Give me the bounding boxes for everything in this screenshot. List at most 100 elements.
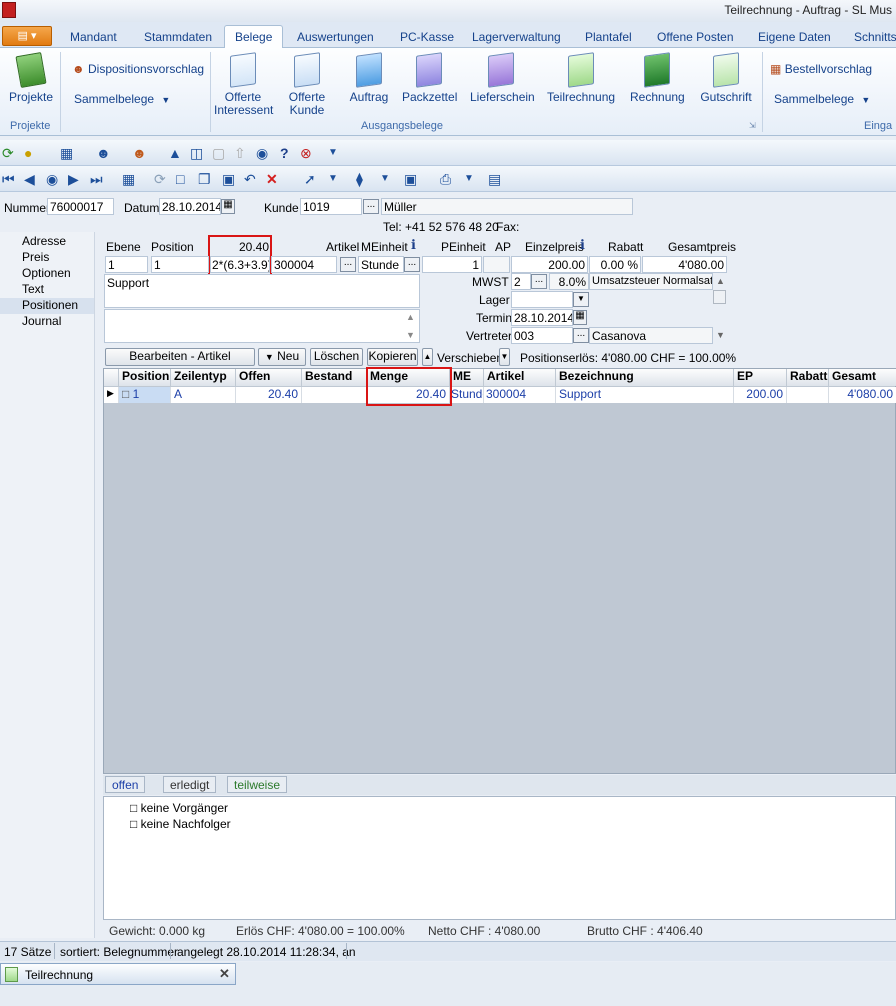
sammelbelege-dropdown[interactable]: Sammelbelege ▼	[74, 92, 170, 106]
table-icon[interactable]: ▦	[122, 171, 135, 187]
close-icon[interactable]: ✕	[219, 966, 230, 982]
move-up-icon[interactable]: ▲	[422, 348, 433, 366]
gesamtpreis-field[interactable]: 4'080.00	[642, 256, 727, 273]
undo-icon[interactable]: ↶	[244, 171, 256, 187]
user-icon[interactable]: ☻	[96, 145, 111, 161]
position-field[interactable]: 1	[151, 256, 209, 273]
new-document-icon[interactable]: □	[176, 171, 184, 187]
offerte-interessent-button[interactable]: Offerte Interessent	[214, 52, 273, 117]
column-header-artikel[interactable]: Artikel	[484, 369, 556, 386]
loeschen-button[interactable]: Löschen	[310, 348, 363, 366]
table-row[interactable]: □ 1	[119, 387, 171, 403]
tab-pc-kasse[interactable]: PC-Kasse	[400, 30, 454, 44]
text-field-2[interactable]	[104, 309, 420, 343]
cell-rabatt[interactable]	[787, 387, 829, 403]
column-header-me[interactable]: ME	[450, 369, 484, 386]
bestellvorschlag-button[interactable]: ▦ Bestellvorschlag	[770, 62, 872, 76]
nav-journal[interactable]: Journal	[0, 314, 94, 330]
tab-auswertungen[interactable]: Auswertungen	[297, 30, 374, 44]
stop-icon[interactable]: ◉	[46, 171, 58, 187]
termin-field[interactable]: 28.10.2014	[511, 309, 573, 326]
column-header-bestand[interactable]: Bestand	[302, 369, 367, 386]
lock-icon[interactable]: ●	[24, 145, 32, 161]
column-header-gesamt[interactable]: Gesamt	[829, 369, 896, 386]
projekte-button[interactable]: Projekte	[8, 51, 54, 104]
column-header-zeilentyp[interactable]: Zeilentyp	[171, 369, 236, 386]
teilrechnung-button[interactable]: Teilrechnung	[547, 52, 615, 104]
neu-button[interactable]: ▼ Neu	[258, 348, 306, 366]
filter-icon[interactable]: ⧫	[356, 171, 363, 187]
calendar-icon[interactable]: ▦	[221, 199, 235, 214]
tab-stammdaten[interactable]: Stammdaten	[144, 30, 212, 44]
chevron-down-icon[interactable]: ▼	[328, 171, 338, 187]
column-header-offen[interactable]: Offen	[236, 369, 302, 386]
dispositionsvorschlag-button[interactable]: ☻ Dispositionsvorschlag	[72, 62, 204, 76]
document-tab-teilrechnung[interactable]: Teilrechnung ✕	[0, 963, 236, 985]
info-icon[interactable]: ℹ	[580, 237, 585, 253]
cell-zeilentyp[interactable]: A	[171, 387, 236, 403]
nav-adresse[interactable]: Adresse	[0, 234, 94, 250]
scroll-down-icon[interactable]: ▼	[716, 330, 725, 340]
kunde-lookup-button[interactable]: ...	[363, 199, 379, 214]
tab-plantafel[interactable]: Plantafel	[585, 30, 632, 44]
previous-record-icon[interactable]: ◀	[24, 171, 35, 187]
rabatt-field[interactable]: 0.00 %	[589, 256, 641, 273]
packzettel-button[interactable]: Packzettel	[402, 52, 457, 104]
nav-preis[interactable]: Preis	[0, 250, 94, 266]
last-record-icon[interactable]: ⏭	[90, 171, 103, 187]
tab-teilweise[interactable]: teilweise	[227, 776, 288, 793]
row-selector-icon[interactable]: ▶	[104, 387, 119, 403]
einzelpreis-field[interactable]: 200.00	[511, 256, 588, 273]
lager-select[interactable]	[511, 291, 573, 308]
copy-icon[interactable]: ◫	[190, 145, 203, 161]
cell-artikel[interactable]: 300004	[484, 387, 556, 403]
artikel-field[interactable]: 300004	[271, 256, 337, 273]
select-icon[interactable]: ▣	[404, 171, 417, 187]
export-icon[interactable]: ⇧	[234, 145, 246, 161]
cell-bezeichnung[interactable]: Support	[556, 387, 734, 403]
artikel-lookup-button[interactable]: ...	[340, 257, 356, 272]
scroll-down-icon[interactable]: ▼	[406, 330, 415, 340]
tab-offen[interactable]: offen	[105, 776, 146, 793]
tab-lagerverwaltung[interactable]: Lagerverwaltung	[472, 30, 561, 44]
tab-offene-posten[interactable]: Offene Posten	[657, 30, 734, 44]
chevron-down-icon[interactable]: ▼	[328, 145, 338, 161]
print-icon[interactable]: ⎙	[440, 171, 451, 187]
cell-ep[interactable]: 200.00	[734, 387, 787, 403]
close-circle-icon[interactable]: ⊗	[300, 145, 312, 161]
nav-positionen[interactable]: Positionen	[0, 298, 94, 314]
save-icon[interactable]: ▣	[222, 171, 235, 187]
cell-gesamt[interactable]: 4'080.00	[829, 387, 896, 403]
move-down-icon[interactable]: ▼	[499, 348, 510, 366]
tab-erledigt[interactable]: erledigt	[163, 776, 217, 793]
calendar-icon[interactable]: ▦	[573, 310, 587, 325]
info-icon[interactable]: ℹ	[411, 237, 416, 253]
pointer-icon[interactable]: ➚	[304, 171, 316, 187]
chevron-down-icon[interactable]: ▼	[464, 171, 474, 187]
nummer-field[interactable]: 76000017	[47, 198, 114, 215]
chevron-down-icon[interactable]: ▼	[380, 171, 390, 187]
meinheit-lookup-button[interactable]: ...	[404, 257, 420, 272]
scroll-up-icon[interactable]: ▲	[716, 276, 725, 286]
offerte-kunde-button[interactable]: Offerte Kunde	[283, 52, 331, 117]
cell-offen[interactable]: 20.40	[236, 387, 302, 403]
ebene-spinner[interactable]: 1	[105, 256, 148, 273]
meinheit-field[interactable]: Stunde	[358, 256, 404, 273]
tab-mandant[interactable]: Mandant	[70, 30, 117, 44]
users-icon[interactable]: ☻	[132, 145, 147, 161]
menge-formula-field[interactable]: 2*(6.3+3.9)	[210, 256, 270, 273]
dialog-launcher-icon[interactable]: ⇲	[749, 121, 756, 130]
bearbeiten-artikel-button[interactable]: Bearbeiten - Artikel	[105, 348, 255, 366]
app-icon[interactable]	[2, 2, 16, 18]
vertreter-field[interactable]: 003	[511, 327, 573, 344]
text-field[interactable]: Support	[104, 274, 420, 308]
column-header-position[interactable]: Position	[119, 369, 171, 386]
first-record-icon[interactable]: ⏮	[2, 171, 15, 187]
cell-me[interactable]: Stunde	[450, 387, 484, 403]
notebook-icon[interactable]: ▤	[488, 171, 501, 187]
tree-item-nachfolger[interactable]: □ keine Nachfolger	[130, 817, 231, 831]
lieferschein-button[interactable]: Lieferschein	[470, 52, 535, 104]
kunde-field[interactable]: 1019	[300, 198, 362, 215]
tab-eigene-daten[interactable]: Eigene Daten	[758, 30, 831, 44]
tab-schnittstellen[interactable]: Schnitts	[854, 30, 896, 44]
